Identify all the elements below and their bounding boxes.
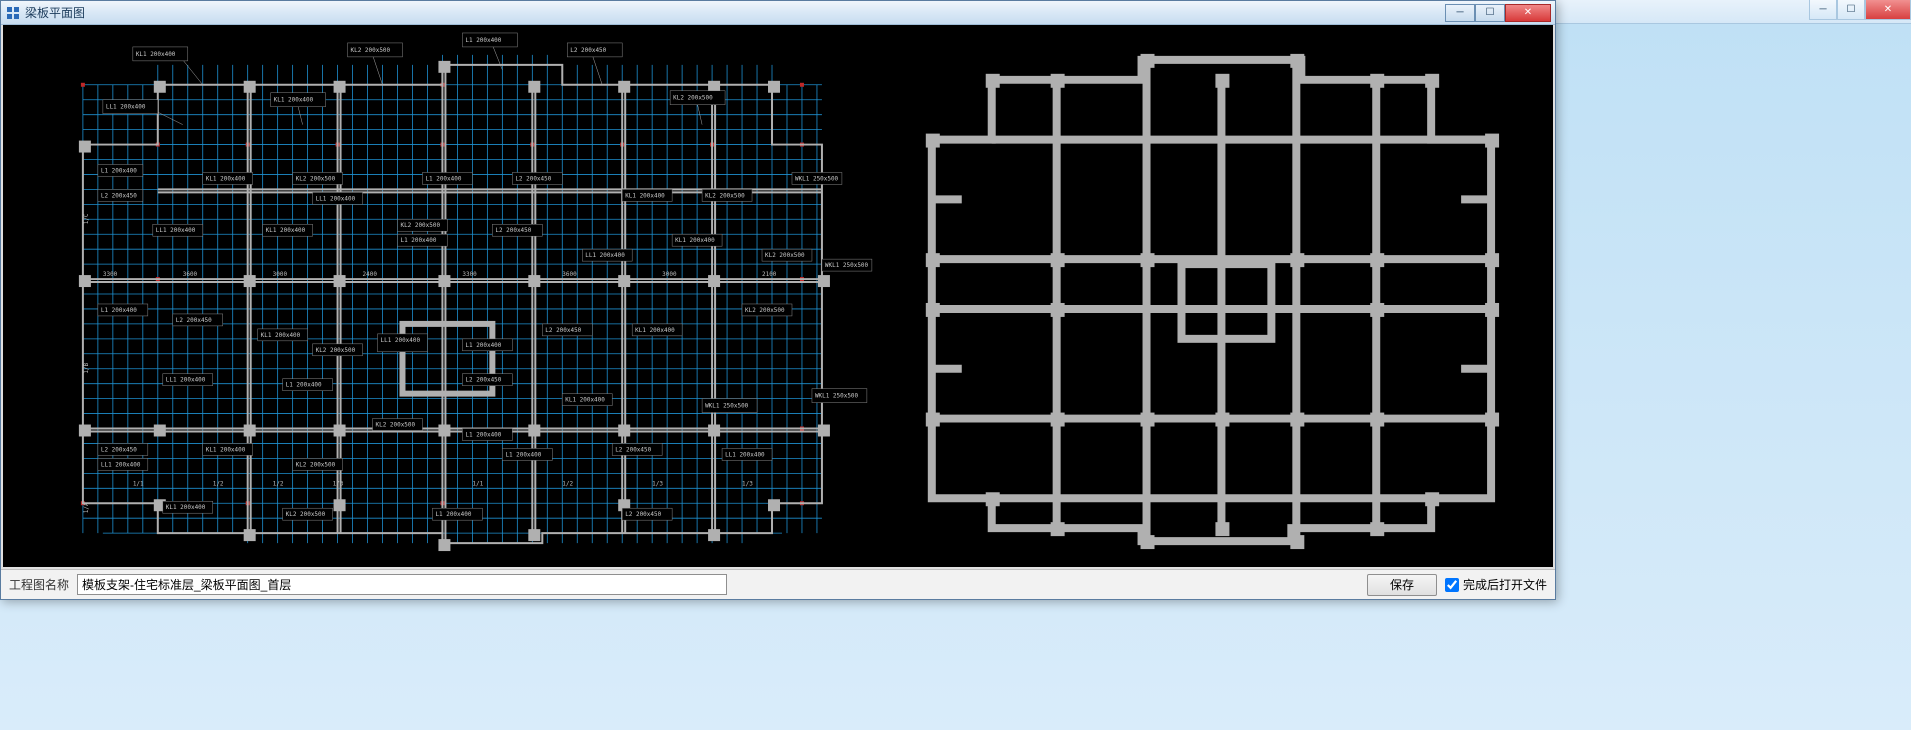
svg-text:3300: 3300 (462, 271, 477, 278)
svg-text:L1 200x400: L1 200x400 (435, 511, 471, 518)
svg-text:1/2: 1/2 (273, 480, 284, 487)
svg-text:L1 200x400: L1 200x400 (101, 307, 137, 314)
svg-text:LL1 200x400: LL1 200x400 (381, 337, 421, 344)
drawing-name-input[interactable] (77, 574, 727, 595)
svg-text:LL1 200x400: LL1 200x400 (316, 195, 356, 202)
svg-text:L2 200x450: L2 200x450 (615, 446, 651, 453)
svg-text:KL2 200x500: KL2 200x500 (673, 95, 713, 102)
svg-text:LL1 200x400: LL1 200x400 (725, 451, 765, 458)
svg-text:L2 200x450: L2 200x450 (101, 446, 137, 453)
svg-text:KL2 200x500: KL2 200x500 (400, 222, 440, 229)
svg-text:LL1 200x400: LL1 200x400 (106, 104, 146, 111)
svg-text:L2 200x450: L2 200x450 (495, 227, 531, 234)
svg-text:3600: 3600 (183, 271, 198, 278)
svg-text:L1 200x400: L1 200x400 (400, 237, 436, 244)
svg-text:KL2 200x500: KL2 200x500 (286, 511, 326, 518)
svg-text:WKL1 250x500: WKL1 250x500 (815, 393, 859, 400)
svg-text:KL2 200x500: KL2 200x500 (351, 47, 391, 54)
svg-text:3000: 3000 (273, 271, 288, 278)
svg-text:LL1 200x400: LL1 200x400 (166, 377, 206, 384)
svg-text:KL1 200x400: KL1 200x400 (675, 237, 715, 244)
beam-slab-plan-window: 梁板平面图 ─ ☐ ✕ (0, 0, 1556, 600)
close-button[interactable]: ✕ (1505, 4, 1551, 22)
svg-text:2400: 2400 (363, 271, 378, 278)
svg-text:KL1 200x400: KL1 200x400 (635, 327, 675, 334)
svg-text:1/3: 1/3 (333, 480, 344, 487)
parent-max-button[interactable]: ☐ (1837, 0, 1865, 20)
right-floor-plan (926, 54, 1499, 549)
svg-text:KL1 200x400: KL1 200x400 (274, 97, 314, 104)
svg-text:KL2 200x500: KL2 200x500 (765, 252, 805, 259)
svg-text:1/C: 1/C (83, 213, 90, 224)
maximize-button[interactable]: ☐ (1475, 4, 1505, 22)
svg-text:KL2 200x500: KL2 200x500 (376, 422, 416, 429)
svg-text:L1 200x400: L1 200x400 (465, 37, 501, 44)
drawing-name-label: 工程图名称 (9, 576, 69, 593)
svg-text:KL2 200x500: KL2 200x500 (745, 307, 785, 314)
window-title: 梁板平面图 (25, 4, 85, 21)
svg-text:KL1 200x400: KL1 200x400 (266, 227, 306, 234)
svg-text:L1 200x400: L1 200x400 (465, 431, 501, 438)
svg-text:2100: 2100 (762, 271, 777, 278)
svg-text:KL1 200x400: KL1 200x400 (206, 175, 246, 182)
cad-canvas[interactable]: KL1 200x400 KL2 200x500 L1 200x400 L2 20… (1, 25, 1555, 569)
svg-text:KL1 200x400: KL1 200x400 (206, 446, 246, 453)
svg-text:KL1 200x400: KL1 200x400 (625, 192, 665, 199)
svg-text:L1 200x400: L1 200x400 (505, 451, 541, 458)
svg-text:1/B: 1/B (83, 363, 90, 374)
svg-text:WKL1 250x500: WKL1 250x500 (825, 262, 869, 269)
minimize-button[interactable]: ─ (1445, 4, 1475, 22)
svg-text:1/1: 1/1 (133, 480, 144, 487)
svg-text:KL1 200x400: KL1 200x400 (261, 332, 301, 339)
svg-text:3600: 3600 (562, 271, 577, 278)
svg-text:KL1 200x400: KL1 200x400 (565, 397, 605, 404)
svg-text:1/2: 1/2 (562, 480, 573, 487)
svg-text:L1 200x400: L1 200x400 (425, 175, 461, 182)
open-after-checkbox[interactable]: 完成后打开文件 (1445, 576, 1547, 593)
svg-text:KL1 200x400: KL1 200x400 (166, 504, 206, 511)
svg-text:L2 200x450: L2 200x450 (515, 175, 551, 182)
svg-text:KL1 200x400: KL1 200x400 (136, 51, 176, 58)
svg-text:L1 200x400: L1 200x400 (286, 382, 322, 389)
bottom-toolbar: 工程图名称 保存 完成后打开文件 (1, 569, 1555, 599)
svg-text:L1 200x400: L1 200x400 (465, 342, 501, 349)
svg-text:WKL1 250x500: WKL1 250x500 (795, 175, 839, 182)
svg-text:3300: 3300 (103, 271, 118, 278)
desktop: 1:1 平面图 ─ ☐ ✕ 梁板平面图 ─ ☐ ✕ (0, 0, 1911, 730)
svg-text:L1 200x400: L1 200x400 (101, 167, 137, 174)
svg-text:L2 200x450: L2 200x450 (101, 192, 137, 199)
svg-text:1/1: 1/1 (472, 480, 483, 487)
open-after-checkbox-input[interactable] (1445, 578, 1459, 592)
svg-text:L2 200x450: L2 200x450 (545, 327, 581, 334)
parent-min-button[interactable]: ─ (1809, 0, 1837, 20)
svg-text:LL1 200x400: LL1 200x400 (101, 461, 141, 468)
app-icon (5, 5, 21, 21)
left-floor-plan: KL1 200x400 KL2 200x500 L1 200x400 L2 20… (79, 33, 872, 551)
svg-text:LL1 200x400: LL1 200x400 (156, 227, 196, 234)
svg-text:WKL1 250x500: WKL1 250x500 (705, 403, 749, 410)
svg-text:L2 200x450: L2 200x450 (625, 511, 661, 518)
open-after-label: 完成后打开文件 (1463, 576, 1547, 593)
svg-text:L2 200x450: L2 200x450 (570, 47, 606, 54)
svg-text:1/2: 1/2 (213, 480, 224, 487)
svg-text:L2 200x450: L2 200x450 (465, 377, 501, 384)
save-button[interactable]: 保存 (1367, 574, 1437, 596)
svg-text:1/3: 1/3 (742, 480, 753, 487)
parent-close-button[interactable]: ✕ (1865, 0, 1911, 20)
svg-text:L2 200x450: L2 200x450 (176, 317, 212, 324)
titlebar[interactable]: 梁板平面图 ─ ☐ ✕ (1, 1, 1555, 25)
svg-text:LL1 200x400: LL1 200x400 (585, 252, 625, 259)
svg-text:KL2 200x500: KL2 200x500 (296, 461, 336, 468)
svg-text:KL2 200x500: KL2 200x500 (296, 175, 336, 182)
svg-text:1/3: 1/3 (652, 480, 663, 487)
svg-text:KL2 200x500: KL2 200x500 (705, 192, 745, 199)
svg-text:KL2 200x500: KL2 200x500 (316, 347, 356, 354)
svg-text:3000: 3000 (662, 271, 677, 278)
svg-text:1/A: 1/A (83, 502, 90, 513)
